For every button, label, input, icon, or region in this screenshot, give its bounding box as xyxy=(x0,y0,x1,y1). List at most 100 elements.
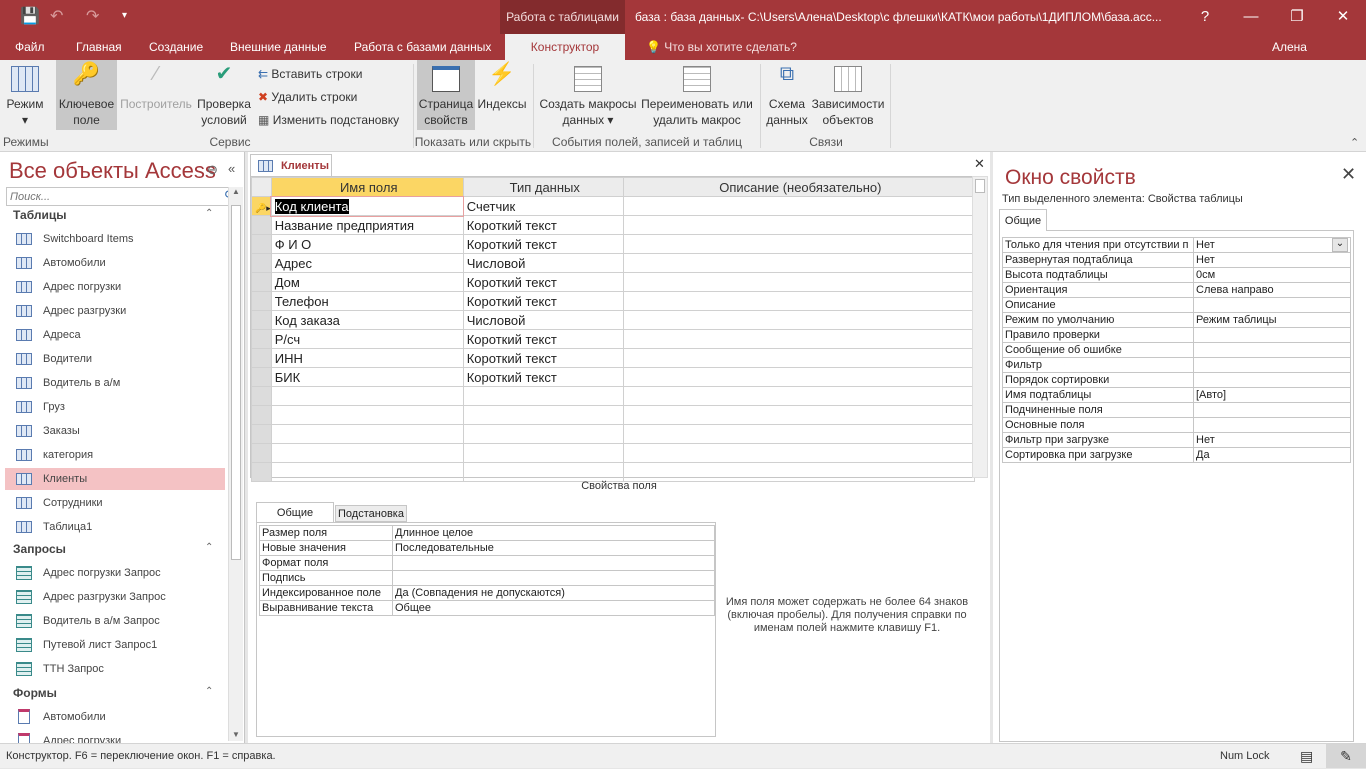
data-type-cell[interactable] xyxy=(462,443,624,463)
tab-create[interactable]: Создание xyxy=(139,34,213,60)
table-row[interactable] xyxy=(251,405,976,425)
row-selector[interactable] xyxy=(251,272,272,292)
property-value[interactable]: Нет xyxy=(1193,252,1351,268)
collapse-section-icon[interactable]: ⌃ xyxy=(205,542,213,553)
nav-section-header[interactable]: Таблицы xyxy=(13,208,66,222)
table-row[interactable]: ИНН Короткий текст xyxy=(251,348,976,368)
field-name-cell[interactable]: Дом xyxy=(270,272,464,292)
grid-scrollbar[interactable] xyxy=(972,176,988,478)
property-row[interactable]: Фильтр при загрузке Нет xyxy=(1002,432,1351,448)
table-row[interactable]: 🔑▸ Код клиента Счетчик xyxy=(251,195,976,217)
table-row[interactable]: Адрес Числовой xyxy=(251,253,976,273)
collapse-ribbon-icon[interactable]: ⌃ xyxy=(1350,136,1359,149)
field-property-row[interactable]: Индексированное поле Да (Совпадения не до… xyxy=(259,585,715,601)
primary-key-button[interactable]: 🔑 Ключевое поле xyxy=(56,60,117,130)
property-value[interactable] xyxy=(392,570,715,586)
nav-item[interactable]: Груз xyxy=(5,396,225,418)
row-selector[interactable] xyxy=(251,443,272,463)
table-row[interactable]: Телефон Короткий текст xyxy=(251,291,976,311)
datasheet-view-switch-icon[interactable]: ▤ xyxy=(1300,744,1313,769)
row-selector[interactable] xyxy=(251,234,272,254)
object-dependencies-button[interactable]: Зависимости объектов xyxy=(810,60,886,130)
row-selector[interactable] xyxy=(251,405,272,425)
property-row[interactable]: Подчиненные поля xyxy=(1002,402,1351,418)
property-value[interactable] xyxy=(392,555,715,571)
property-row[interactable]: Фильтр xyxy=(1002,357,1351,373)
data-type-cell[interactable] xyxy=(462,424,624,444)
nav-item[interactable]: Клиенты xyxy=(5,468,225,490)
field-name-cell[interactable] xyxy=(270,443,464,463)
description-cell[interactable] xyxy=(622,424,976,444)
field-name-cell[interactable] xyxy=(270,386,464,406)
close-document-icon[interactable]: ✕ xyxy=(974,156,985,172)
property-value[interactable] xyxy=(1193,372,1351,388)
property-row[interactable]: Высота подтаблицы 0см xyxy=(1002,267,1351,283)
field-name-cell[interactable] xyxy=(270,424,464,444)
field-name-cell[interactable] xyxy=(270,405,464,425)
data-type-cell[interactable] xyxy=(462,462,624,482)
nav-item[interactable]: Водитель в а/м xyxy=(5,372,225,394)
dropdown-arrow-icon[interactable]: ⌄ xyxy=(1332,238,1348,252)
indexes-button[interactable]: ⚡ Индексы xyxy=(476,60,528,130)
restore-button[interactable]: ❐ xyxy=(1274,0,1320,34)
row-selector[interactable] xyxy=(251,367,272,387)
table-row[interactable]: Дом Короткий текст xyxy=(251,272,976,292)
description-cell[interactable] xyxy=(622,462,976,482)
table-row[interactable] xyxy=(251,424,976,444)
property-row[interactable]: Описание xyxy=(1002,297,1351,313)
nav-item[interactable]: Путевой лист Запрос1 xyxy=(5,634,225,656)
row-selector[interactable] xyxy=(251,215,272,235)
data-type-cell[interactable]: Короткий текст xyxy=(462,329,624,349)
nav-item[interactable]: Автомобили xyxy=(5,252,225,274)
property-row[interactable]: Порядок сортировки xyxy=(1002,372,1351,388)
close-property-sheet-icon[interactable]: ✕ xyxy=(1341,164,1356,185)
table-row[interactable]: Р/сч Короткий текст xyxy=(251,329,976,349)
nav-item[interactable]: Адреса xyxy=(5,324,225,346)
data-type-cell[interactable]: Короткий текст xyxy=(462,215,624,235)
nav-item[interactable]: Адрес разгрузки xyxy=(5,300,225,322)
property-value[interactable]: Да (Совпадения не допускаются) xyxy=(392,585,715,601)
data-type-cell[interactable]: Короткий текст xyxy=(462,234,624,254)
nav-item[interactable]: Водители xyxy=(5,348,225,370)
field-name-cell[interactable]: Название предприятия xyxy=(270,215,464,235)
create-data-macros-button[interactable]: Создать макросы данных ▾ xyxy=(538,60,638,130)
property-row[interactable]: Основные поля xyxy=(1002,417,1351,433)
delete-rows-button[interactable]: ✖ Удалить строки xyxy=(258,87,357,107)
property-value[interactable] xyxy=(1193,342,1351,358)
table-row[interactable]: Ф И О Короткий текст xyxy=(251,234,976,254)
column-header[interactable]: Имя поля xyxy=(270,177,464,197)
description-cell[interactable] xyxy=(622,234,976,254)
property-value[interactable]: Слева направо xyxy=(1193,282,1351,298)
row-selector[interactable] xyxy=(251,462,272,482)
table-row[interactable]: Код заказа Числовой xyxy=(251,310,976,330)
field-name-cell[interactable]: Код клиента xyxy=(270,195,465,217)
data-type-cell[interactable] xyxy=(462,405,624,425)
row-selector[interactable] xyxy=(251,348,272,368)
data-type-cell[interactable]: Числовой xyxy=(462,310,624,330)
description-cell[interactable] xyxy=(622,386,976,406)
data-type-cell[interactable]: Короткий текст xyxy=(462,348,624,368)
tab-external-data[interactable]: Внешние данные xyxy=(220,34,337,60)
tab-database-tools[interactable]: Работа с базами данных xyxy=(344,34,501,60)
field-tab-lookup[interactable]: Подстановка xyxy=(335,505,407,522)
data-type-cell[interactable]: Короткий текст xyxy=(462,291,624,311)
property-value[interactable] xyxy=(1193,297,1351,313)
field-name-cell[interactable]: Телефон xyxy=(270,291,464,311)
property-tab-general[interactable]: Общие xyxy=(999,209,1047,231)
collapse-section-icon[interactable]: ⌃ xyxy=(205,208,213,219)
row-selector[interactable] xyxy=(251,291,272,311)
description-cell[interactable] xyxy=(622,348,976,368)
field-name-cell[interactable]: БИК xyxy=(270,367,464,387)
field-name-cell[interactable]: Адрес xyxy=(270,253,464,273)
mode-button[interactable]: Режим ▾ xyxy=(2,60,48,130)
nav-scrollbar[interactable]: ▲ ▼ xyxy=(228,187,243,741)
nav-item[interactable]: Автомобили xyxy=(5,706,225,728)
save-icon[interactable]: 💾 xyxy=(20,6,40,26)
nav-item[interactable]: Сотрудники xyxy=(5,492,225,514)
data-type-cell[interactable]: Счетчик xyxy=(462,196,624,216)
description-cell[interactable] xyxy=(622,215,976,235)
redo-icon[interactable]: ↷ xyxy=(86,6,99,26)
row-selector[interactable] xyxy=(251,386,272,406)
property-value[interactable] xyxy=(1193,327,1351,343)
property-value[interactable]: [Авто] xyxy=(1193,387,1351,403)
